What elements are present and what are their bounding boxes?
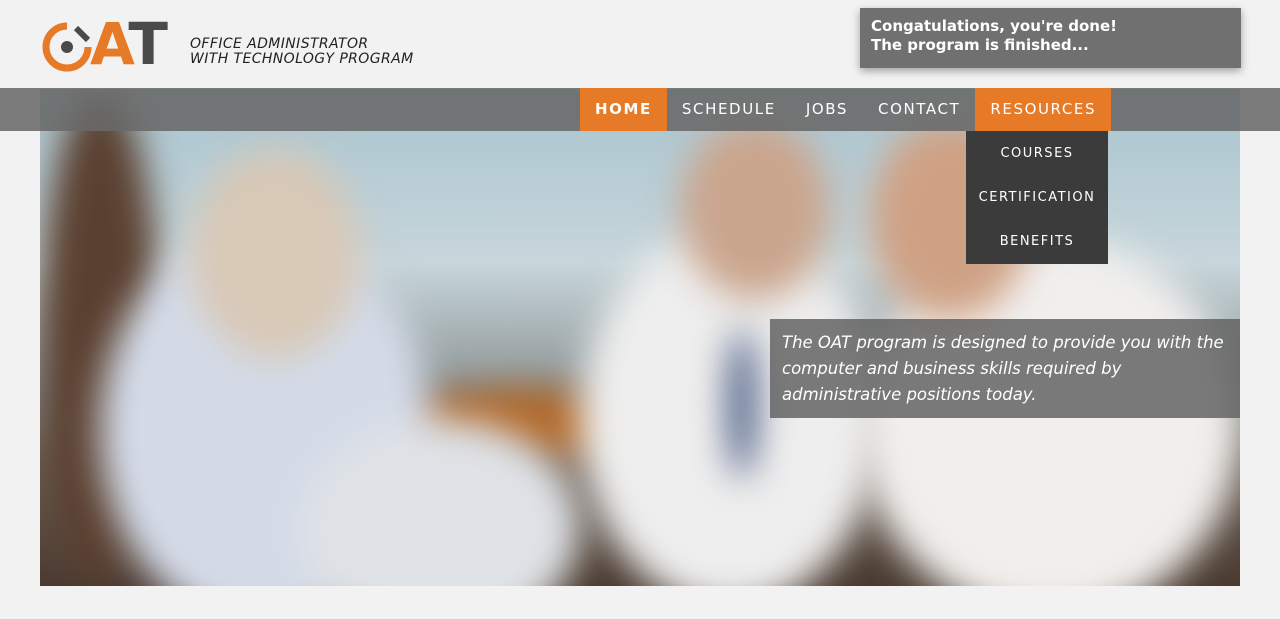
hero-person-center-head — [680, 119, 830, 299]
logo-line-1: OFFICE ADMINISTRATOR — [190, 36, 369, 52]
dropdown-item-courses[interactable]: COURSES — [966, 141, 1108, 185]
logo-letter-a: A — [90, 10, 130, 78]
hero-tie — [730, 329, 754, 479]
nav-home[interactable]: HOME — [580, 88, 667, 131]
nav-resources[interactable]: RESOURCES — [975, 88, 1112, 131]
completion-toast: Congatulations, you're done! The program… — [860, 8, 1241, 68]
hero-person-left-head — [190, 149, 360, 359]
dropdown-item-benefits[interactable]: BENEFITS — [966, 229, 1108, 273]
hero-caption: The OAT program is designed to provide y… — [770, 319, 1240, 418]
logo-mark: AT — [42, 12, 192, 76]
nav-contact[interactable]: CONTACT — [863, 88, 975, 131]
logo-letter-t: T — [128, 10, 168, 78]
toast-line-2: The program is finished... — [871, 36, 1089, 54]
logo-line-2: WITH TECHNOLOGY PROGRAM — [190, 51, 414, 67]
nav-jobs[interactable]: JOBS — [791, 88, 863, 131]
main-nav: HOME SCHEDULE JOBS CONTACT RESOURCES — [580, 88, 1112, 131]
toast-line-1: Congatulations, you're done! — [871, 17, 1117, 35]
site-logo[interactable]: AT OFFICE ADMINISTRATOR WITH TECHNOLOGY … — [42, 12, 422, 76]
logo-tagline: OFFICE ADMINISTRATOR WITH TECHNOLOGY PRO… — [190, 37, 414, 67]
logo-o-icon — [42, 22, 92, 72]
logo-letters: AT — [90, 10, 168, 78]
resources-dropdown: COURSES CERTIFICATION BENEFITS — [966, 131, 1108, 264]
nav-schedule[interactable]: SCHEDULE — [667, 88, 791, 131]
dropdown-item-certification[interactable]: CERTIFICATION — [966, 185, 1108, 229]
